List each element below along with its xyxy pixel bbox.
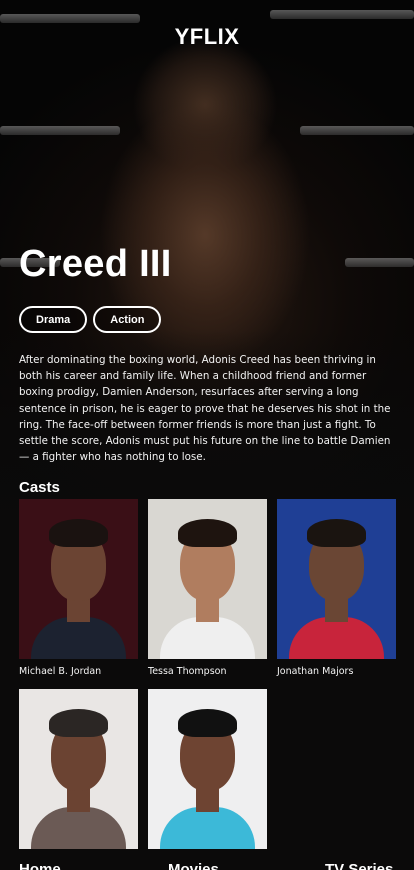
cast-card[interactable]: Jonathan Majors	[277, 499, 396, 679]
portrait-shoulders	[289, 617, 384, 659]
cast-card[interactable]: Tessa Thompson	[148, 499, 267, 679]
genre-chip-action[interactable]: Action	[93, 306, 162, 333]
cast-photo	[19, 499, 138, 659]
cast-name: Tessa Thompson	[148, 666, 227, 677]
genre-chip-drama[interactable]: Drama	[19, 306, 88, 333]
portrait-shoulders	[31, 617, 126, 659]
portrait-shoulders	[160, 617, 255, 659]
ring-rope	[0, 14, 140, 23]
portrait-shoulders	[160, 807, 255, 849]
cast-photo	[277, 499, 396, 659]
cast-card[interactable]	[19, 689, 138, 869]
ring-rope	[270, 10, 414, 19]
bottom-nav: Home Movies TV Series	[0, 855, 414, 870]
portrait-hair	[178, 709, 237, 737]
ring-rope	[0, 126, 120, 135]
ring-rope	[300, 126, 414, 135]
portrait-hair	[307, 519, 366, 547]
portrait-hair	[49, 709, 108, 737]
nav-movies[interactable]: Movies	[168, 861, 219, 870]
cast-name: Jonathan Majors	[277, 666, 354, 677]
portrait-hair	[49, 519, 108, 547]
nav-tv-series[interactable]: TV Series	[325, 861, 393, 870]
nav-home[interactable]: Home	[19, 861, 61, 870]
ring-rope	[345, 258, 414, 267]
cast-card[interactable]	[148, 689, 267, 869]
portrait-hair	[178, 519, 237, 547]
movie-overview: After dominating the boxing world, Adoni…	[19, 354, 391, 464]
portrait-shoulders	[31, 807, 126, 849]
movie-title: Creed III	[19, 243, 172, 285]
cast-photo	[19, 689, 138, 849]
cast-photo	[148, 499, 267, 659]
cast-name: Michael B. Jordan	[19, 666, 102, 677]
cast-card[interactable]: Michael B. Jordan	[19, 499, 138, 679]
genre-list: Drama Action	[19, 306, 162, 333]
cast-photo	[148, 689, 267, 849]
brand-logo[interactable]: YFLIX	[0, 24, 414, 50]
casts-heading: Casts	[19, 479, 60, 496]
cast-grid: Michael B. Jordan Tessa Thompson Jonatha…	[19, 499, 399, 869]
